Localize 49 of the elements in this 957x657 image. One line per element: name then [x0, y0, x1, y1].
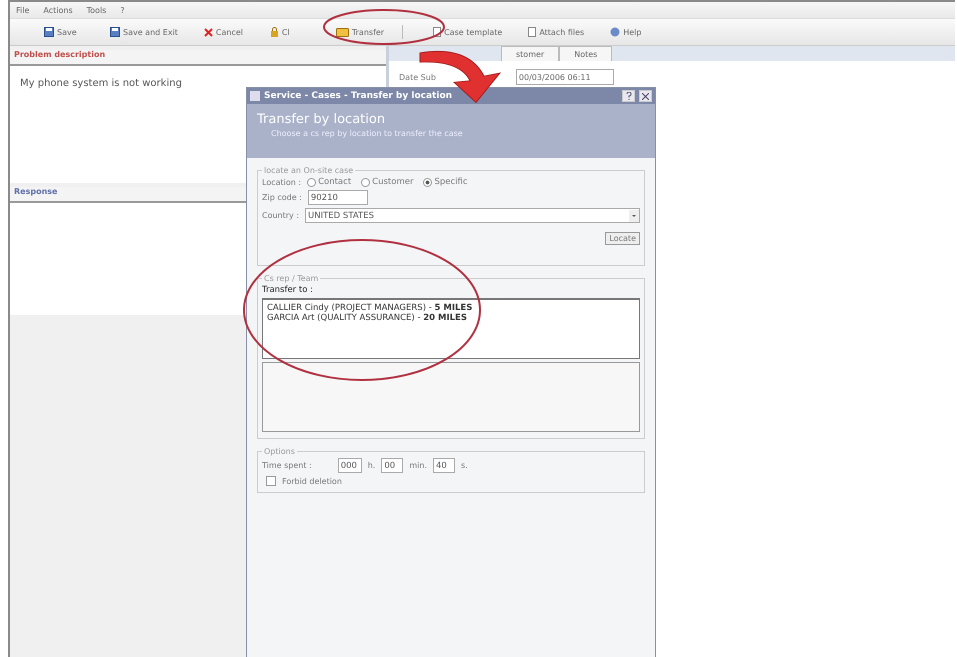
tab[interactable]: Notes: [559, 46, 612, 61]
unit-label: s.: [461, 461, 468, 470]
notes-area[interactable]: [262, 362, 640, 432]
minutes-field[interactable]: 00: [381, 458, 404, 473]
document-icon: [528, 27, 536, 37]
field-label: Zip code :: [262, 193, 302, 202]
field-label: Transfer to :: [262, 285, 314, 295]
checkbox[interactable]: [266, 476, 276, 486]
hours-field[interactable]: 000: [338, 458, 362, 473]
folder-icon: [336, 27, 349, 37]
seconds-field[interactable]: 40: [433, 458, 455, 473]
close-icon: [642, 92, 649, 100]
menu-item[interactable]: ?: [120, 6, 125, 14]
help-button[interactable]: [622, 90, 635, 102]
date-field[interactable]: 00/03/2006 06:11: [516, 69, 614, 85]
list-item[interactable]: CALLIER Cindy (PROJECT MANAGERS) - 5 MILES: [267, 303, 635, 313]
close-button[interactable]: [639, 90, 652, 102]
window-icon: [250, 91, 260, 101]
menu-item[interactable]: Actions: [43, 6, 73, 14]
toolbar-button[interactable]: Save and Exit: [100, 27, 188, 37]
tab[interactable]: stomer: [501, 46, 560, 61]
toolbar-button[interactable]: Save: [34, 27, 94, 37]
toolbar-button[interactable]: Cancel: [194, 28, 254, 36]
menu-item[interactable]: File: [16, 6, 30, 14]
toolbar-button[interactable]: Case template: [423, 27, 512, 37]
field-label: Time spent :: [262, 461, 312, 470]
country-dropdown[interactable]: UNITED STATES: [305, 208, 640, 223]
radio-option[interactable]: Specific: [423, 177, 468, 187]
toolbar-button[interactable]: Attach files: [518, 27, 594, 37]
field-label: Country :: [262, 211, 300, 220]
list-item[interactable]: GARCIA Art (QUALITY ASSURANCE) - 20 MILES: [267, 313, 635, 323]
locate-button[interactable]: Locate: [605, 232, 640, 245]
zip-field[interactable]: 90210: [308, 190, 368, 205]
cross-icon: [204, 28, 213, 36]
toolbar-button[interactable]: Help: [600, 27, 660, 37]
field-label: Date Sub: [399, 72, 436, 82]
toolbar-button[interactable]: Transfer: [326, 27, 394, 37]
group-legend: Options: [262, 447, 297, 456]
group-legend: locate an On-site case: [262, 166, 356, 175]
unit-label: min.: [409, 461, 427, 470]
checkbox-label: Forbid deletion: [282, 476, 342, 486]
group-legend: Cs rep / Team: [262, 274, 320, 283]
unit-label: h.: [368, 461, 376, 470]
toolbar-button[interactable]: Cl: [260, 27, 320, 37]
lock-icon: [270, 27, 279, 37]
dialog-heading: Transfer by location: [257, 112, 386, 127]
question-mark-icon: [626, 92, 632, 100]
menu-item[interactable]: Tools: [86, 6, 106, 14]
section-header: Problem description: [10, 50, 386, 66]
